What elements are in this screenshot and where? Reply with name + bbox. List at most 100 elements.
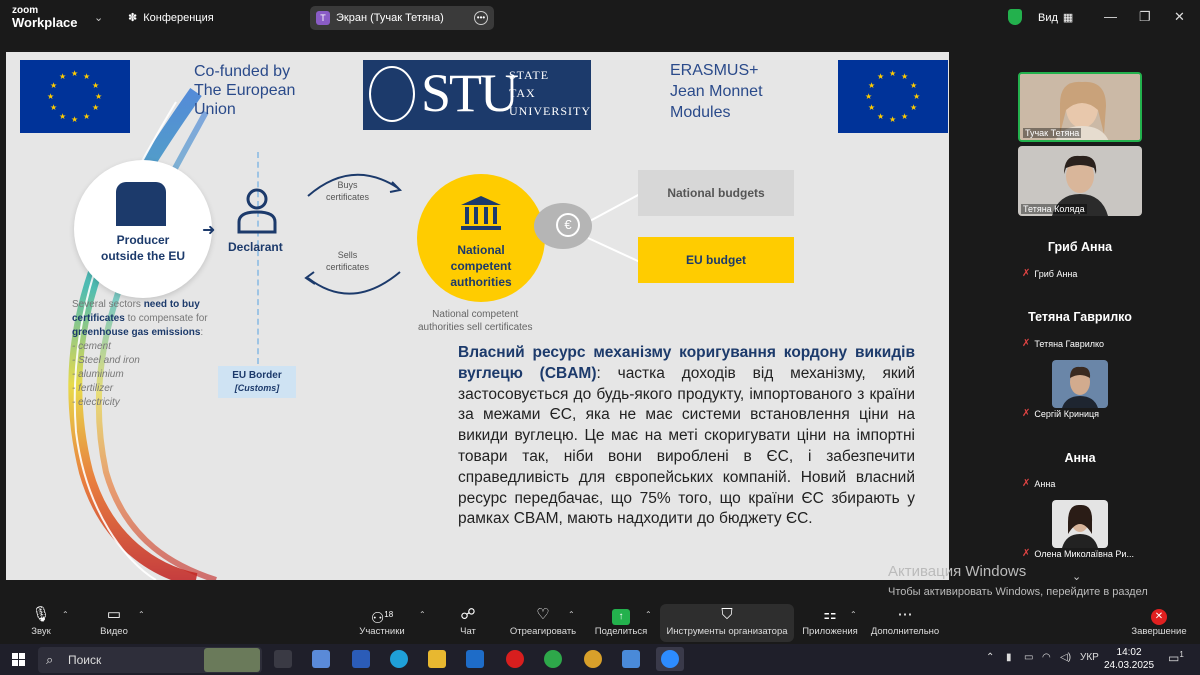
participant-label: Тетяна Гаврилко: [1034, 338, 1105, 349]
producer-line2: outside the EU: [100, 249, 185, 263]
outlook-icon[interactable]: [466, 650, 484, 668]
sells-line1: Sells: [337, 250, 358, 260]
more-label: Дополнительно: [870, 626, 940, 637]
restore-icon[interactable]: ❐: [1139, 9, 1151, 25]
search-highlight-image: [204, 648, 260, 672]
sector-text: cement: [78, 341, 111, 352]
notification-icon[interactable]: ▭1: [1168, 650, 1184, 665]
end-meeting-button[interactable]: ✕ Завершение: [1128, 604, 1190, 637]
mic-muted-icon: ✗: [1022, 548, 1031, 559]
word-icon[interactable]: [352, 650, 370, 668]
sectors-colon: :: [200, 327, 204, 338]
chevron-down-icon[interactable]: ⌄: [1072, 570, 1081, 583]
participant-label: Олена Миколаївна Ри...: [1034, 548, 1134, 559]
producer-circle: Producer outside the EU: [74, 160, 212, 298]
video-label: Видео: [100, 626, 128, 637]
photos-icon[interactable]: [622, 650, 640, 668]
chrome-profile-icon[interactable]: [584, 650, 602, 668]
react-caret-icon[interactable]: ⌃: [568, 610, 575, 619]
chat-icon: ☍: [460, 606, 476, 623]
institution-icon: [461, 196, 501, 230]
cofunded-text: Co-funded by The European Union: [194, 62, 295, 119]
share-button[interactable]: ↑ Поделиться: [592, 604, 650, 637]
close-icon[interactable]: ✕: [1174, 9, 1185, 25]
nca-line1: National: [457, 243, 505, 257]
video-caret-icon[interactable]: ⌃: [138, 610, 145, 619]
minimize-icon[interactable]: —: [1104, 9, 1117, 24]
sector-item: - cement: [72, 341, 111, 352]
audio-button[interactable]: 🎙 Звук: [26, 604, 56, 637]
windows-start-icon[interactable]: [12, 653, 25, 666]
budget-connectors: [587, 193, 641, 263]
task-view-icon[interactable]: [274, 650, 292, 668]
view-menu[interactable]: Вид ▦: [1038, 11, 1074, 25]
search-placeholder: Поиск: [68, 653, 102, 667]
video-tile-tuchak[interactable]: Тучак Тетяна: [1018, 72, 1142, 142]
network-icon[interactable]: ▭: [1024, 652, 1033, 663]
screen-share-indicator[interactable]: T Экран (Тучак Тетяна) •••: [310, 6, 494, 30]
apps-caret-icon[interactable]: ⌃: [850, 610, 857, 619]
language-indicator[interactable]: УКР: [1080, 652, 1099, 663]
avatar-photo: [1052, 360, 1108, 408]
battery-icon[interactable]: ▮: [1006, 652, 1012, 663]
wifi-icon[interactable]: ◠: [1042, 652, 1051, 663]
store-icon[interactable]: [312, 650, 330, 668]
tray-chevron-icon[interactable]: ⌃: [986, 652, 994, 663]
chrome-icon[interactable]: [544, 650, 562, 668]
video-tile-koliada[interactable]: Тетяна Коляда: [1018, 146, 1142, 216]
sector-item: - electricity: [72, 397, 120, 408]
apps-button[interactable]: ⚏ Приложения: [800, 604, 860, 637]
participant-name-large: Анна: [1064, 451, 1096, 465]
share-caret-icon[interactable]: ⌃: [645, 610, 652, 619]
audio-caret-icon[interactable]: ⌃: [62, 610, 69, 619]
eu-border-line: [257, 152, 259, 364]
file-explorer-icon[interactable]: [428, 650, 446, 668]
host-tools-button[interactable]: ⛉ Инструменты организатора: [663, 604, 791, 637]
cbam-text: : частка доходів від механізму, який зас…: [458, 364, 915, 528]
sharer-badge: T: [316, 11, 330, 25]
zoom-title-bar: zoom Workplace ⌄ ✽ Конференция T Экран (…: [0, 0, 1200, 36]
producer-label: Producer outside the EU: [74, 232, 212, 264]
audio-label: Звук: [31, 626, 51, 637]
security-shield-icon[interactable]: [1008, 9, 1022, 25]
participants-caret-icon[interactable]: ⌃: [419, 610, 426, 619]
declarant-label: Declarant: [228, 240, 283, 254]
erasmus-line1: ERASMUS+: [670, 62, 759, 79]
participant-status: ✗ Тетяна Гаврилко: [1022, 338, 1104, 349]
participants-button[interactable]: ⚇18 Участники: [356, 604, 408, 637]
participant-name-large: Тетяна Гаврилко: [1028, 310, 1132, 324]
shared-screen: ★ ★ ★ ★ ★ ★ ★ ★ ★ ★ ★ ★ Co-funded by The Europ…: [6, 52, 949, 580]
more-icon[interactable]: •••: [474, 11, 488, 25]
video-button[interactable]: ▭ Видео: [96, 604, 132, 637]
more-button[interactable]: ⋯ Дополнительно: [868, 604, 942, 637]
zoom-icon: [661, 650, 679, 668]
grid-view-icon: ▦: [1062, 12, 1074, 24]
host-tools-label: Инструменты организатора: [666, 626, 788, 637]
opera-icon[interactable]: [506, 650, 524, 668]
nca-sell-line2: authorities sell certificates: [418, 322, 533, 333]
windows-taskbar: ⌕ Поиск ⌃ ▮ ▭ ◠ ◁) УКР 14:02 24.03.2025 …: [0, 644, 1200, 675]
edge-icon[interactable]: [390, 650, 408, 668]
eu-border-box: EU Border [Customs]: [218, 366, 296, 398]
participant-name-large: Гриб Анна: [1047, 240, 1113, 254]
participant-label: Анна: [1034, 478, 1056, 489]
sector-text: aluminium: [78, 369, 124, 380]
cofunded-line2: The European: [194, 82, 296, 99]
microphone-icon: 🎙: [31, 606, 51, 623]
eu-border-label: EU Border: [232, 370, 282, 381]
volume-icon[interactable]: ◁): [1060, 652, 1071, 663]
erasmus-text: ERASMUS+ Jean Monnet Modules: [670, 60, 763, 123]
people-icon: ✽: [128, 12, 138, 24]
react-button[interactable]: ♡ Отреагировать: [508, 604, 578, 637]
conference-menu[interactable]: ✽ Конференция: [128, 11, 214, 25]
nca-line2: competent: [450, 259, 512, 273]
chat-button[interactable]: ☍ Чат: [454, 604, 482, 637]
sector-item: - aluminium: [72, 369, 124, 380]
participants-icon: ⚇18: [370, 610, 394, 627]
search-icon: ⌕: [46, 652, 54, 667]
participant-label: Сергій Криниця: [1034, 408, 1100, 419]
chevron-down-icon[interactable]: ⌄: [94, 11, 103, 24]
nca-circle: National competent authorities: [417, 174, 545, 302]
zoom-logo: zoom Workplace: [12, 6, 78, 30]
clock[interactable]: 14:02 24.03.2025: [1104, 646, 1154, 672]
